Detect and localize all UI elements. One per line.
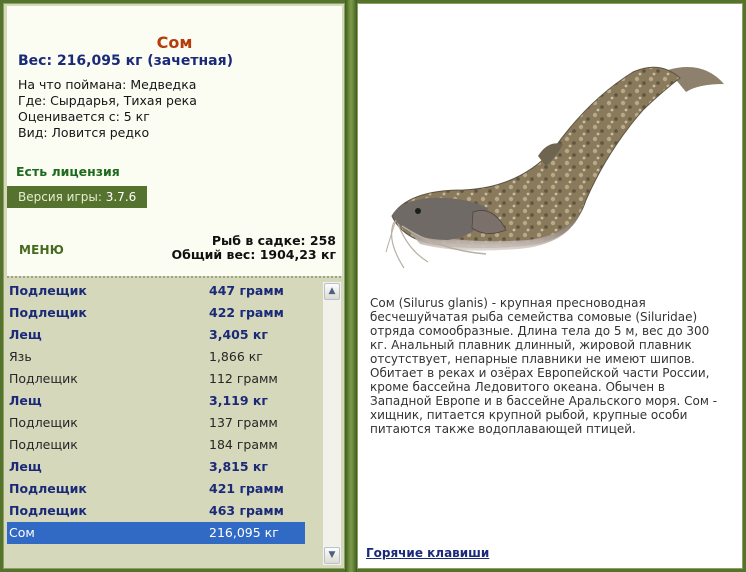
list-item-weight: 422 грамм — [209, 305, 284, 320]
list-item[interactable]: Подлещик 112 грамм — [7, 368, 305, 390]
keepnet-stats: Рыб в садке: 258 Общий вес: 1904,23 кг — [172, 234, 337, 262]
version-label: Версия игры: — [18, 190, 102, 204]
scroll-down-arrow-icon[interactable]: ▼ — [324, 547, 340, 564]
version-number: 3.7.6 — [105, 190, 137, 204]
list-item-weight: 112 грамм — [209, 371, 278, 386]
catfish-image — [385, 66, 724, 269]
list-item[interactable]: Подлещик 422 грамм — [7, 302, 305, 324]
list-item-name: Подлещик — [9, 371, 78, 386]
list-item[interactable]: Сом 216,095 кг — [7, 522, 305, 544]
fish-value: Оценивается с: 5 кг — [18, 109, 150, 124]
list-item-name: Подлещик — [9, 283, 87, 298]
list-item-weight: 3,815 кг — [209, 459, 268, 474]
list-item[interactable]: Подлещик 421 грамм — [7, 478, 305, 500]
list-item[interactable]: Подлещик 137 грамм — [7, 412, 305, 434]
license-status: Есть лицензия — [16, 164, 120, 179]
scrollbar-track[interactable] — [324, 301, 340, 546]
panel-divider — [345, 0, 357, 572]
list-item[interactable]: Язь 1,866 кг — [7, 346, 305, 368]
list-item-weight: 447 грамм — [209, 283, 284, 298]
fish-count: Рыб в садке: 258 — [211, 233, 336, 248]
fish-title: Сом — [156, 33, 193, 52]
list-item[interactable]: Подлещик 463 грамм — [7, 500, 305, 522]
list-item-weight: 216,095 кг — [209, 525, 279, 540]
list-item[interactable]: Лещ 3,815 кг — [7, 456, 305, 478]
dotted-separator — [7, 276, 342, 278]
list-item-name: Подлещик — [9, 437, 78, 452]
total-weight: Общий вес: 1904,23 кг — [171, 247, 337, 262]
list-item-name: Лещ — [9, 393, 42, 408]
fish-weight: Вес: 216,095 кг (зачетная) — [18, 53, 233, 69]
list-item-name: Язь — [9, 349, 32, 364]
fish-rarity: Вид: Ловится редко — [18, 125, 150, 140]
fish-place: Где: Сырдарья, Тихая река — [18, 93, 197, 108]
list-item-name: Подлещик — [9, 481, 87, 496]
list-item-weight: 463 грамм — [209, 503, 284, 518]
scroll-up-arrow-icon[interactable]: ▲ — [324, 283, 340, 300]
list-item[interactable]: Лещ 3,119 кг — [7, 390, 305, 412]
list-scrollbar[interactable]: ▲ ▼ — [323, 282, 341, 565]
list-item-name: Подлещик — [9, 503, 87, 518]
list-item-name: Лещ — [9, 327, 42, 342]
menu-button[interactable]: МЕНЮ — [19, 243, 64, 257]
fish-description: Сом (Silurus glanis) - крупная пресновод… — [370, 296, 718, 436]
list-item-weight: 3,405 кг — [209, 327, 268, 342]
catch-list[interactable]: Подлещик 447 грамм Подлещик 422 грамм Лещ 3,4… — [7, 280, 323, 567]
version-bar: Версия игры: 3.7.6 — [7, 186, 147, 208]
list-item-weight: 1,866 кг — [209, 349, 263, 364]
list-item[interactable]: Подлещик 184 грамм — [7, 434, 305, 456]
list-item[interactable]: Лещ 3,405 кг — [7, 324, 305, 346]
list-item-name: Лещ — [9, 459, 42, 474]
fish-info-panel: Сом Вес: 216,095 кг (зачетная) На что по… — [7, 6, 342, 276]
list-item-weight: 137 грамм — [209, 415, 278, 430]
list-item[interactable]: Подлещик 447 грамм — [7, 280, 305, 302]
hotkeys-link[interactable]: Горячие клавиши — [366, 546, 489, 560]
list-item-name: Сом — [9, 525, 35, 540]
fish-bait: На что поймана: Медведка — [18, 77, 197, 92]
list-item-weight: 184 грамм — [209, 437, 278, 452]
list-item-weight: 421 грамм — [209, 481, 284, 496]
fish-properties: На что поймана: Медведка Где: Сырдарья, … — [18, 77, 197, 141]
list-item-name: Подлещик — [9, 305, 87, 320]
list-item-name: Подлещик — [9, 415, 78, 430]
list-item-weight: 3,119 кг — [209, 393, 268, 408]
